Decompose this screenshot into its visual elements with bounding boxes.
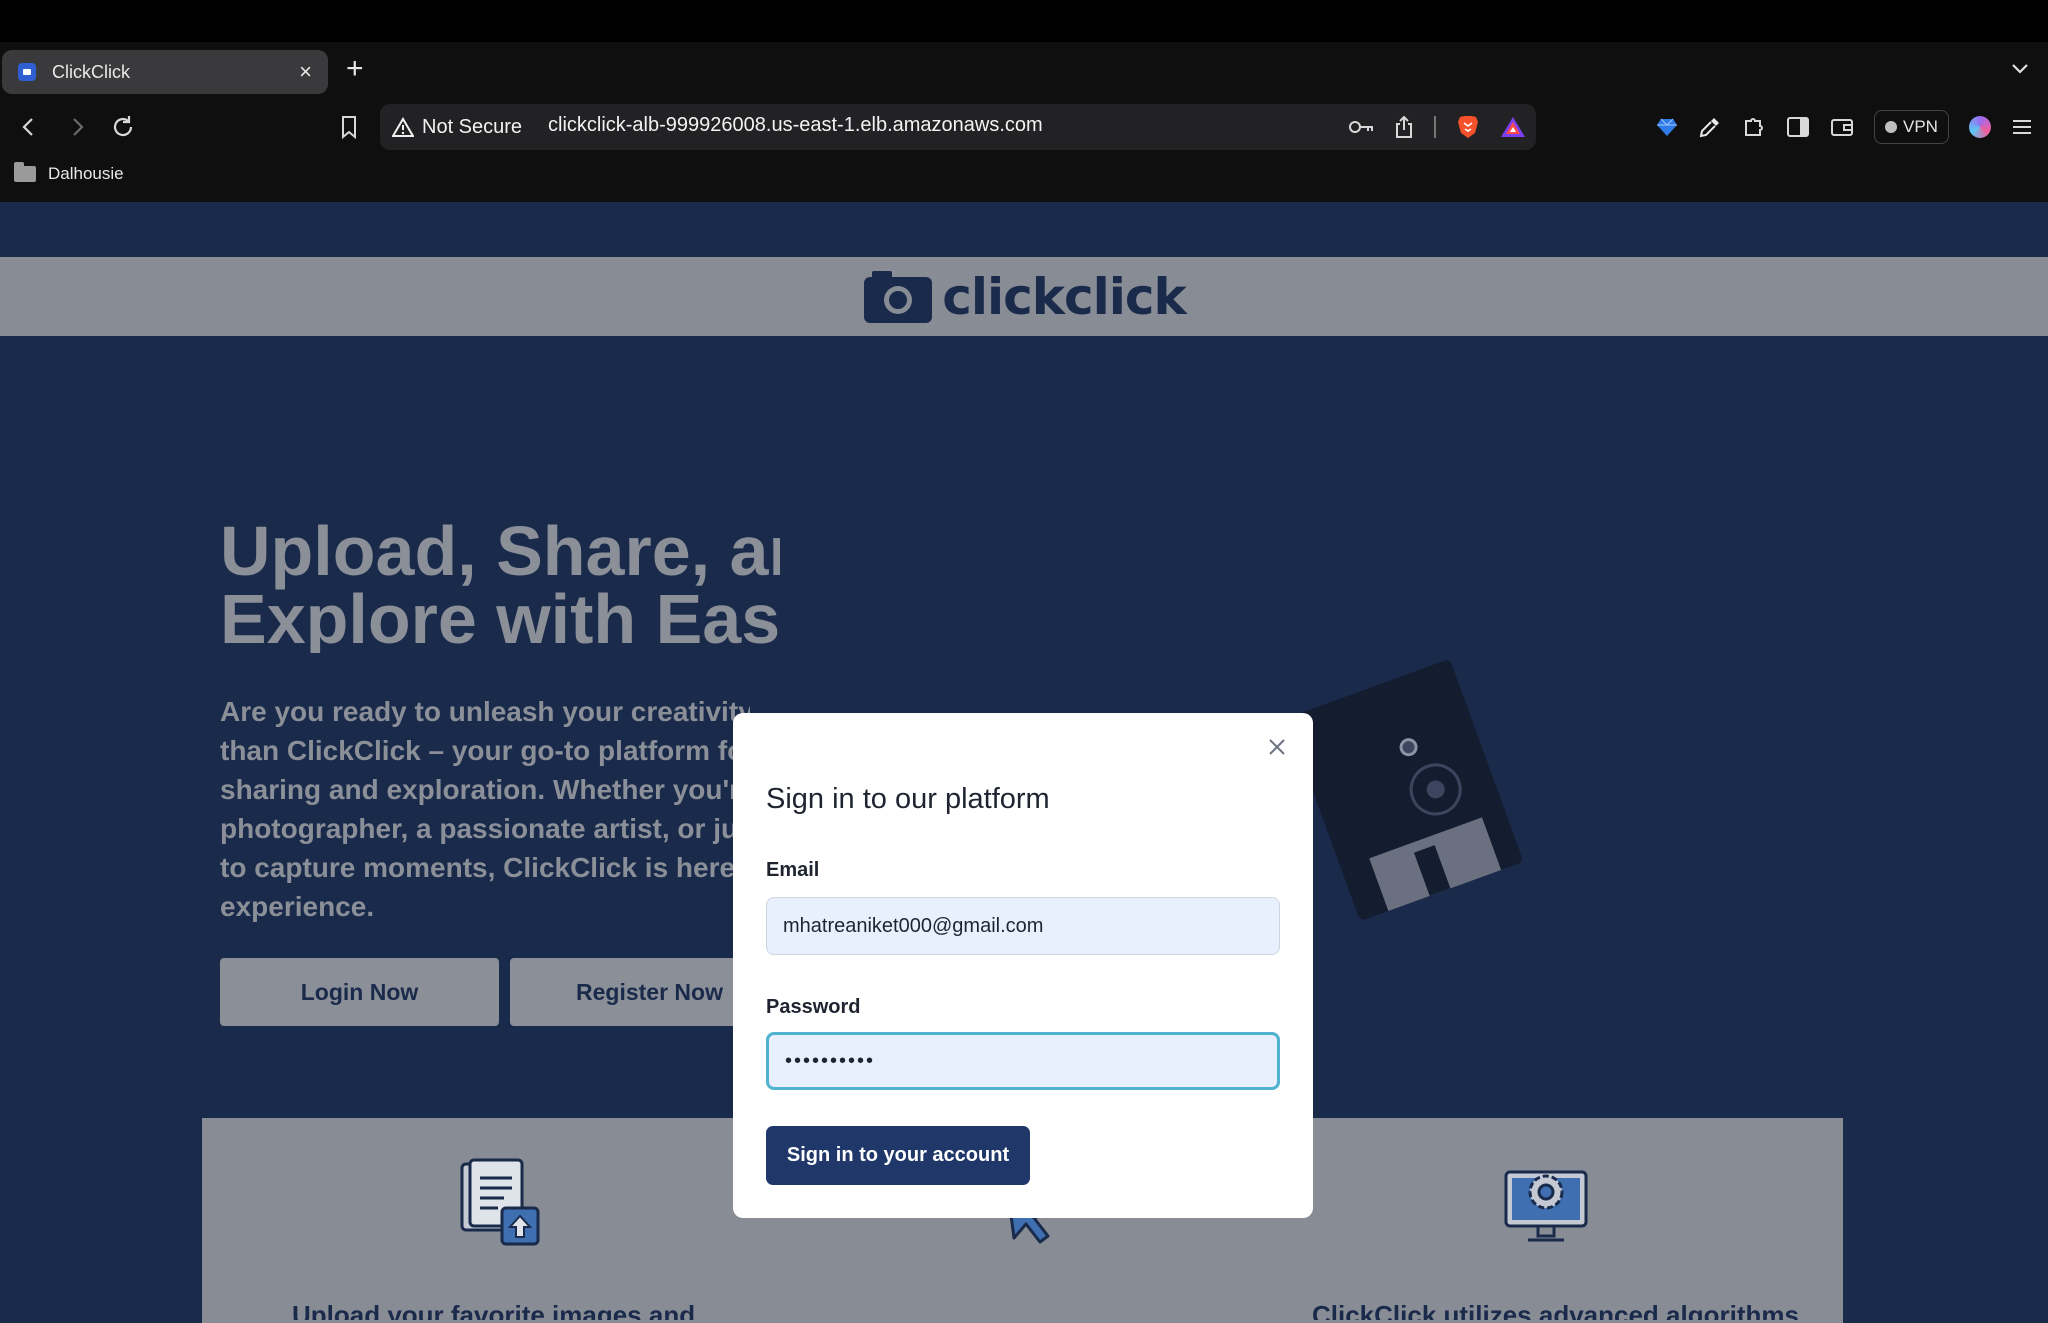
security-label: Not Secure <box>422 115 523 138</box>
folder-icon <box>14 162 36 182</box>
tab-strip: ClickClick × <box>0 42 2048 100</box>
floppy-shutter <box>1369 817 1502 911</box>
modal-title: Sign in to our platform <box>766 783 1050 815</box>
hero-title: Upload, Share, and Explore with Ease <box>220 517 780 653</box>
url-text[interactable]: clickclick-alb-999926008.us-east-1.elb.a… <box>548 114 1043 137</box>
close-icon[interactable] <box>1265 735 1289 759</box>
share-icon[interactable] <box>1394 115 1414 139</box>
brave-shields-icon[interactable] <box>1456 114 1480 140</box>
tab-close-icon[interactable]: × <box>299 61 312 83</box>
forward-button[interactable] <box>62 112 92 142</box>
hero-description: Are you ready to unleash your creativity… <box>220 692 750 926</box>
address-bar-actions <box>1348 112 1526 142</box>
menu-hamburger-icon[interactable] <box>2011 117 2033 137</box>
wallet-icon[interactable] <box>1830 116 1854 138</box>
feature-caption: ClickClick utilizes advanced algorithms <box>1312 1300 1799 1320</box>
floppy-hub <box>1402 756 1469 823</box>
sign-in-button[interactable]: Sign in to your account <box>766 1126 1030 1185</box>
hero-text-line: to capture moments, ClickClick is here t… <box>220 852 750 883</box>
document-upload-icon <box>460 1158 540 1246</box>
window-titlebar <box>0 0 2048 42</box>
site-header: clickclick <box>0 257 2048 336</box>
monitor-gear-icon <box>1504 1170 1588 1242</box>
password-label: Password <box>766 996 861 1018</box>
camera-logo-icon <box>864 270 933 323</box>
floppy-pin <box>1397 735 1421 759</box>
security-indicator[interactable]: Not Secure <box>392 113 522 141</box>
hero-text-line: sharing and exploration. Whether you're <box>220 774 750 805</box>
vpn-label: VPN <box>1903 117 1938 136</box>
reload-button[interactable] <box>108 112 138 142</box>
eyedropper-extension-icon[interactable] <box>1698 115 1722 139</box>
brand-wordmark[interactable]: clickclick <box>942 268 1187 326</box>
sign-in-modal: Sign in to our platform Email Password S… <box>733 713 1313 1218</box>
floppy-disk-illustration <box>1286 658 1524 922</box>
gem-extension-icon[interactable] <box>1656 116 1678 138</box>
bookmark-label: Dalhousie <box>48 164 124 183</box>
tab-clickclick[interactable]: ClickClick × <box>2 50 328 94</box>
bookmarks-bar <box>0 154 2048 202</box>
key-icon[interactable] <box>1348 117 1374 137</box>
hero-text-line: experience. <box>220 891 375 922</box>
hero-text-line: Are you ready to unleash your creativity <box>220 696 750 727</box>
separator <box>1434 116 1436 138</box>
reload-icon <box>113 116 133 137</box>
email-field[interactable] <box>766 897 1280 955</box>
vpn-button[interactable]: VPN <box>1874 110 1949 144</box>
login-now-button[interactable]: Login Now <box>220 958 499 1026</box>
bookmark-button[interactable] <box>334 112 364 142</box>
password-field[interactable] <box>766 1032 1280 1090</box>
hero-text-line: photographer, a passionate artist, or ju… <box>220 813 750 844</box>
hero-text-line: than ClickClick – your go-to platform fo… <box>220 735 750 766</box>
feature-caption: Upload your favorite images and <box>292 1300 696 1320</box>
hero-title-line: Explore with Ease <box>220 580 780 653</box>
email-label: Email <box>766 859 820 881</box>
forward-arrow-icon <box>73 118 84 136</box>
bookmark-folder-dalhousie[interactable]: Dalhousie <box>14 162 124 184</box>
vpn-status-icon <box>1885 121 1897 133</box>
warning-triangle-icon <box>392 117 414 137</box>
tab-title: ClickClick <box>52 61 130 82</box>
profile-avatar-icon[interactable] <box>1968 116 1991 138</box>
page-viewport: clickclick Upload, Share, and Explore wi… <box>0 202 2048 1323</box>
extensions-puzzle-icon[interactable] <box>1742 115 1766 139</box>
toolbar-extensions: VPN <box>1656 110 2033 144</box>
sidebar-icon[interactable] <box>1786 116 1810 138</box>
back-button[interactable] <box>14 112 44 142</box>
hero-title-line: Upload, Share, and <box>220 517 780 590</box>
brave-rewards-icon[interactable] <box>1500 115 1526 139</box>
tab-list-chevron-icon[interactable] <box>2010 58 2030 78</box>
back-arrow-icon <box>22 118 33 136</box>
bookmark-icon <box>342 116 356 139</box>
clickclick-favicon-icon <box>18 63 36 81</box>
new-tab-button[interactable]: + <box>346 54 364 84</box>
